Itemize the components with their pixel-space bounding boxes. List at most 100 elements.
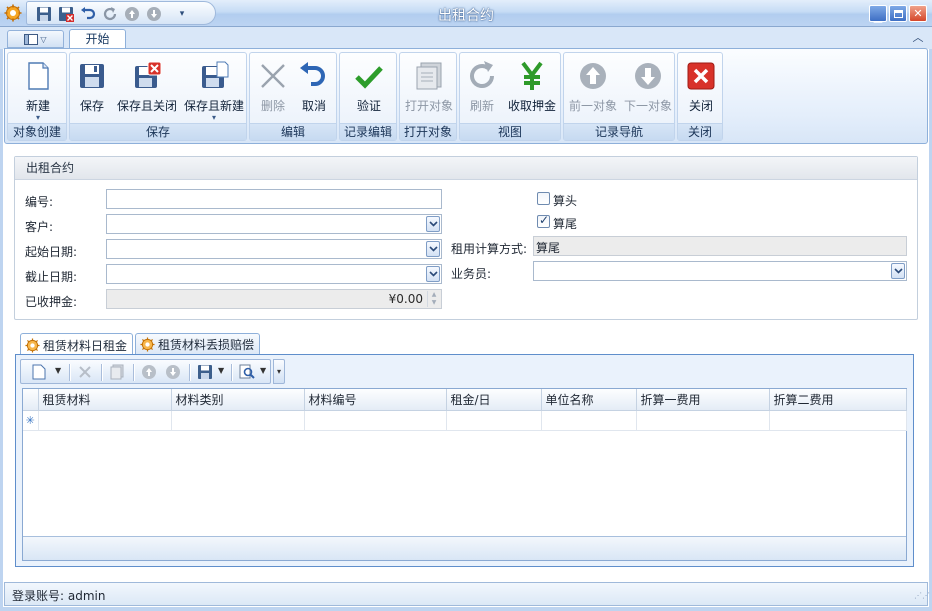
deposit-label: 已收押金: [25,295,78,309]
save-new-icon [202,61,229,88]
application-menu-button[interactable]: ▽ [7,30,64,48]
previous-object-label: 前一对象 [568,99,617,113]
refresh-button[interactable]: 刷新 [464,56,500,122]
salesperson-dropdown-button[interactable] [891,263,905,279]
delete-button[interactable]: 删除 [255,56,291,122]
next-object-button[interactable]: 下一对象 [621,56,675,122]
validate-button[interactable]: 验证 [351,56,387,122]
resize-grip-icon[interactable]: ⋰⋰ [914,592,930,603]
contract-form: 出租合约 编号: 客户: 起始日期: 截止日期: 已收押金: ¥0.00 ▲ ▼… [14,156,918,320]
toolbar-separator [69,364,70,381]
end-date-dropdown-button[interactable] [426,266,440,282]
close-button[interactable]: 关闭 [683,56,719,122]
open-object-label: 打开对象 [404,99,453,113]
close-window-button[interactable]: ✕ [909,5,927,22]
panel-icon [24,33,39,45]
table-cell[interactable] [304,410,447,431]
count-end-checkbox[interactable] [537,213,550,228]
rent-method-label: 租用计算方式: [451,242,528,256]
group-open-object: 打开对象 打开对象 [399,52,457,141]
ribbon-tab-strip: ▽ 开始 ︿ [0,27,932,50]
customer-dropdown-button[interactable] [426,216,440,232]
save-close-button[interactable]: 保存且关闭 [116,56,178,122]
collect-deposit-button[interactable]: 收取押金 [504,56,560,122]
count-start-label: 算头 [553,194,578,208]
grid-next-icon[interactable] [165,364,181,380]
chevron-down-icon[interactable]: ▼ [218,366,224,375]
table-cell[interactable] [636,410,770,431]
spin-up-icon: ▲ [431,291,437,298]
previous-object-button[interactable]: 前一对象 [566,56,620,122]
grid-search-icon[interactable] [239,364,255,380]
group-caption: 记录导航 [564,123,674,140]
chevron-down-icon: ▾ [211,113,216,122]
save-new-button[interactable]: 保存且新建 ▾ [183,56,245,122]
group-caption: 对象创建 [8,123,66,140]
save-label: 保存 [79,99,104,113]
maximize-button[interactable] [889,5,907,22]
save-button[interactable]: 保存 [75,56,109,122]
table-cell[interactable] [171,410,305,431]
delete-icon [261,64,285,88]
minimize-button[interactable]: ▁ [869,5,887,23]
next-object-label: 下一对象 [623,99,672,113]
table-cell[interactable] [541,410,637,431]
table-cell[interactable] [38,410,172,431]
column-header[interactable]: 租赁材料 [38,389,172,411]
column-header[interactable]: 折算二费用 [769,389,907,411]
chevron-down-icon[interactable]: ▼ [55,366,61,375]
column-header[interactable]: 折算一费用 [636,389,770,411]
group-caption: 编辑 [250,123,336,140]
chevron-down-icon[interactable]: ▼ [260,366,266,375]
open-object-button[interactable]: 打开对象 [403,56,455,122]
salesperson-combo[interactable] [533,261,907,281]
grid-previous-icon[interactable] [141,364,157,380]
count-end-label: 算尾 [553,217,578,231]
save-close-icon [135,61,162,88]
tab-loss-compensation[interactable]: 租赁材料丢损赔偿 [135,333,261,355]
close-label: 关闭 [688,99,713,113]
customer-label: 客户: [25,220,54,234]
group-object-create: 新建 ▾ 对象创建 [7,52,67,141]
column-header[interactable]: 材料编号 [304,389,447,411]
toolbar-overflow-button[interactable]: ▾ [273,359,285,384]
deposit-field[interactable]: ¥0.00 ▲ ▼ [106,289,442,309]
customer-combo[interactable] [106,214,442,234]
save-close-label: 保存且关闭 [116,99,177,113]
chevron-down-icon: ▾ [35,113,40,122]
collapse-ribbon-icon[interactable]: ︿ [912,32,924,44]
number-field[interactable] [106,189,442,209]
detail-panel: ▼ ▼ ▼ ▾ 租赁材料 材料类别 材料编号 租金/日 单位名称 折算一费用 折… [15,354,914,567]
grid-delete-icon[interactable] [77,364,93,380]
count-start-checkbox[interactable] [537,192,550,205]
deposit-spinner[interactable]: ▲ ▼ [427,291,440,307]
start-date-picker[interactable] [106,239,442,259]
chevron-down-icon: ▽ [40,34,47,44]
materials-table: 租赁材料 材料类别 材料编号 租金/日 单位名称 折算一费用 折算二费用 ✳ [23,389,907,431]
open-object-icon [416,62,442,90]
grid-new-icon[interactable] [31,364,47,380]
undo-icon [300,62,325,86]
grid-toolbar: ▼ ▼ ▼ [20,359,271,384]
tab-start[interactable]: 开始 [69,29,126,50]
tab-daily-rent[interactable]: 租赁材料日租金 [20,333,134,356]
grid-open-icon[interactable] [109,364,125,380]
toolbar-separator [231,364,232,381]
column-header[interactable]: 租金/日 [446,389,542,411]
end-date-picker[interactable] [106,264,442,284]
validate-label: 验证 [356,99,381,113]
column-header[interactable]: 单位名称 [541,389,637,411]
start-date-dropdown-button[interactable] [426,241,440,257]
salesperson-label: 业务员: [451,267,492,281]
cancel-button[interactable]: 取消 [296,56,332,122]
new-button[interactable]: 新建 ▾ [17,56,59,122]
rent-method-value: 算尾 [536,241,561,255]
grid-save-icon[interactable] [197,364,213,380]
rent-method-field[interactable]: 算尾 [533,236,907,256]
table-cell[interactable] [769,410,907,431]
table-cell[interactable] [446,410,542,431]
group-caption: 记录编辑 [340,123,396,140]
group-caption: 保存 [70,123,246,140]
new-item-row[interactable]: ✳ [23,410,907,431]
column-header[interactable]: 材料类别 [171,389,305,411]
